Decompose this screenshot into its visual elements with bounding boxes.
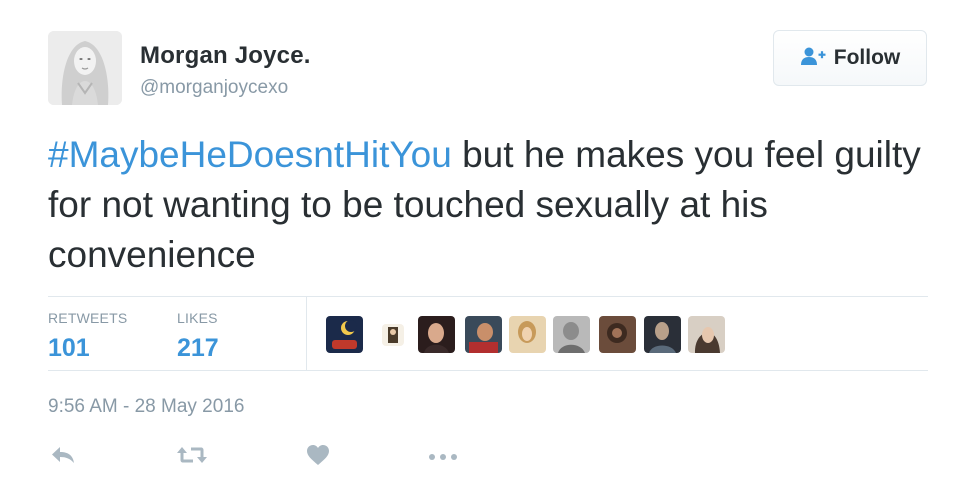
- likes-label: LIKES: [177, 310, 218, 326]
- retweet-icon: [176, 445, 208, 470]
- likes-count: 217: [177, 334, 219, 362]
- hashtag-link[interactable]: #MaybeHeDoesntHitYou: [48, 134, 452, 175]
- liker-avatar[interactable]: [509, 316, 546, 353]
- retweets-stat[interactable]: RETWEETS 101: [48, 310, 127, 363]
- liker-avatar[interactable]: [465, 316, 502, 353]
- liker-avatar[interactable]: [418, 316, 455, 353]
- stats-divider: [306, 297, 307, 370]
- liker-avatar[interactable]: [553, 316, 590, 353]
- profile-photo: [48, 31, 122, 105]
- more-icon: [428, 448, 458, 466]
- reply-icon: [50, 445, 76, 470]
- liker-avatar[interactable]: [382, 324, 404, 346]
- like-button[interactable]: [303, 444, 333, 470]
- more-button[interactable]: [428, 444, 458, 470]
- divider-bottom: [48, 370, 928, 371]
- liker-avatars: [326, 316, 731, 353]
- profile-avatar[interactable]: [48, 31, 122, 105]
- user-handle[interactable]: @morganjoycexo: [140, 77, 288, 99]
- retweet-button[interactable]: [177, 444, 207, 470]
- retweets-label: RETWEETS: [48, 310, 128, 326]
- add-user-icon: [800, 46, 826, 71]
- follow-button[interactable]: Follow: [773, 30, 927, 86]
- reply-button[interactable]: [48, 444, 78, 470]
- liker-avatar[interactable]: [644, 316, 681, 353]
- heart-icon: [306, 444, 330, 471]
- display-name[interactable]: Morgan Joyce.: [140, 42, 311, 70]
- tweet-timestamp[interactable]: 9:56 AM - 28 May 2016: [48, 396, 244, 418]
- retweets-count: 101: [48, 334, 90, 362]
- liker-avatar[interactable]: [599, 316, 636, 353]
- tweet-text: #MaybeHeDoesntHitYou but he makes you fe…: [48, 130, 928, 280]
- likes-stat[interactable]: LIKES 217: [177, 310, 219, 363]
- divider-top: [48, 296, 928, 297]
- liker-avatar[interactable]: [688, 316, 725, 353]
- liker-avatar[interactable]: [326, 316, 363, 353]
- follow-button-label: Follow: [833, 46, 901, 69]
